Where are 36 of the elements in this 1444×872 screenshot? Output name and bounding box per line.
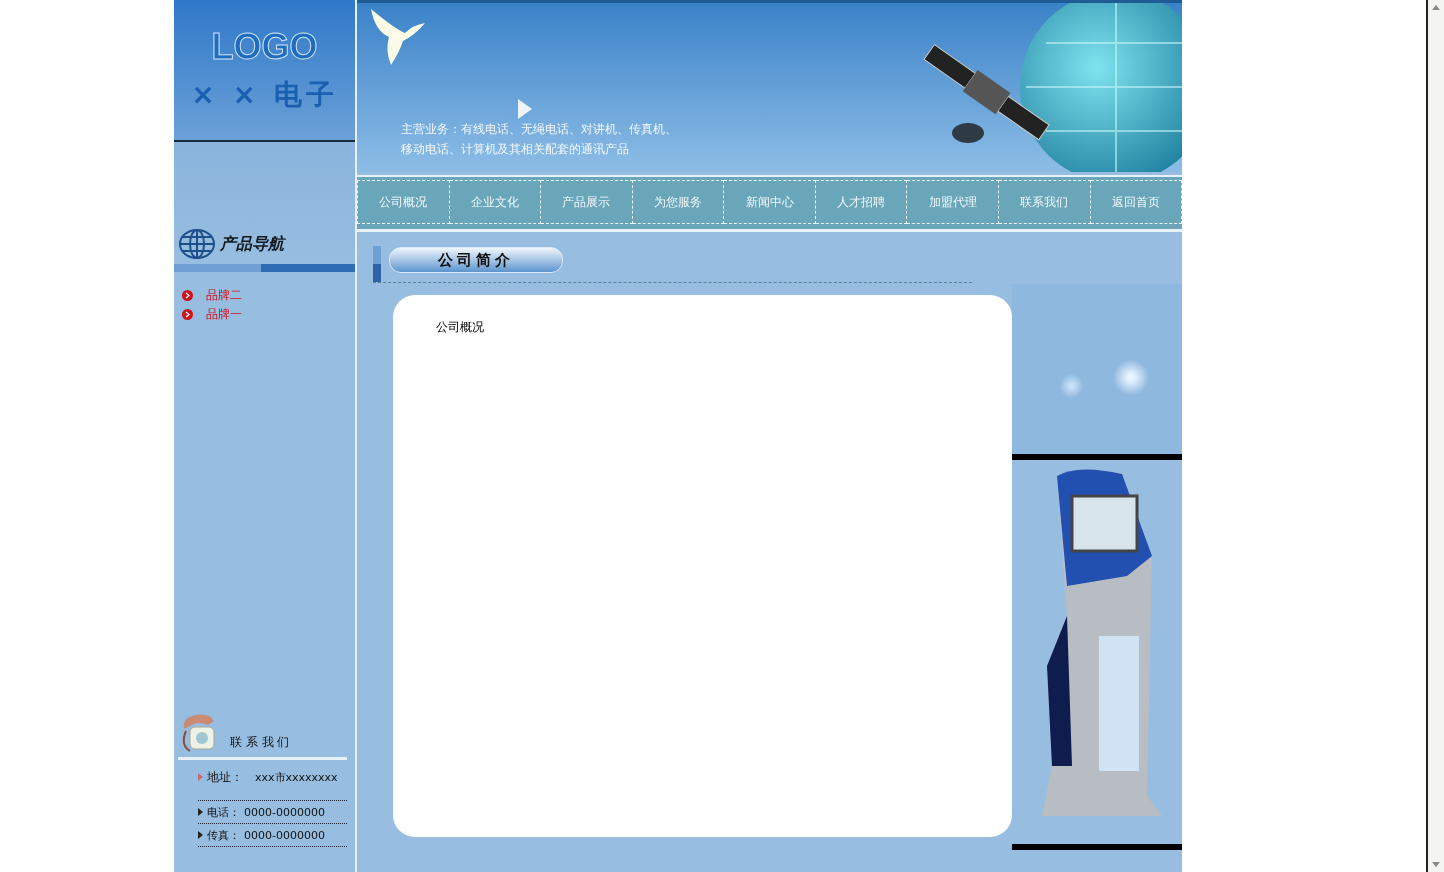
contact-value: xxx市xxxxxxxx xyxy=(255,769,338,785)
nav-link[interactable]: 新闻中心 xyxy=(724,180,816,224)
contact-value: 0000-0000000 xyxy=(244,828,325,842)
section-title: 公司简介 xyxy=(389,247,563,273)
scroll-up-icon[interactable] xyxy=(1432,5,1440,10)
product-link[interactable]: 品牌一 xyxy=(206,306,242,323)
nav-link[interactable]: 返回首页 xyxy=(1090,180,1183,224)
nav-link[interactable]: 为您服务 xyxy=(632,180,725,224)
play-icon xyxy=(518,99,532,119)
arrow-icon xyxy=(198,773,203,781)
nav-link[interactable]: 人才招聘 xyxy=(815,180,908,224)
body-text: 公司概况 xyxy=(436,319,485,336)
nav-link[interactable]: 产品展示 xyxy=(541,180,633,224)
contact-label: 传真： xyxy=(207,827,240,843)
nav-link[interactable]: 加盟代理 xyxy=(907,180,999,224)
globe-icon xyxy=(178,228,216,260)
nav-link[interactable]: 公司概况 xyxy=(357,180,450,224)
company-name: × × 电子 xyxy=(191,77,338,113)
contact-value: 0000-0000000 xyxy=(244,805,325,819)
nav-link[interactable]: 联系我们 xyxy=(998,180,1091,224)
bullet-icon xyxy=(182,309,193,320)
logo-text: LOGO xyxy=(211,26,318,68)
contact-title: 联 系 我 们 xyxy=(230,734,290,751)
nav-link[interactable]: 企业文化 xyxy=(449,180,542,224)
arrow-icon xyxy=(198,831,203,839)
bullet-icon xyxy=(182,290,193,301)
arrow-icon xyxy=(198,808,203,816)
business-text: 移动电话、计算机及其相关配套的通讯产品 xyxy=(401,141,630,157)
product-link[interactable]: 品牌二 xyxy=(206,287,242,304)
contact-label: 电话： xyxy=(207,804,240,820)
title-marker xyxy=(373,246,381,282)
contact-label: 地址： xyxy=(207,768,243,786)
scroll-down-icon[interactable] xyxy=(1432,862,1440,867)
business-text: 主营业务：有线电话、无绳电话、对讲机、传真机、 xyxy=(401,121,677,137)
scrollbar[interactable] xyxy=(1426,0,1444,872)
product-nav-title: 产品导航 xyxy=(220,233,284,255)
